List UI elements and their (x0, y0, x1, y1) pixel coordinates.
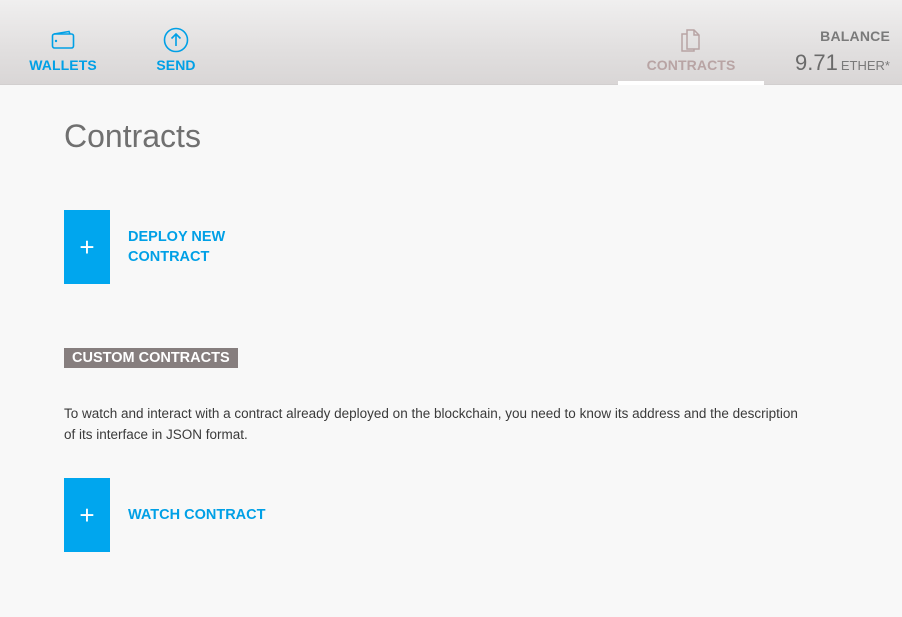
balance-display: BALANCE 9.71 ETHER* (795, 28, 890, 76)
plus-icon: + (64, 210, 110, 284)
balance-value: 9.71 (795, 50, 838, 75)
custom-contracts-description: To watch and interact with a contract al… (64, 406, 798, 442)
nav-send-label: SEND (156, 57, 196, 73)
nav-contracts[interactable]: CONTRACTS (618, 0, 764, 85)
balance-unit: ETHER* (840, 58, 890, 73)
document-icon (678, 27, 704, 53)
deploy-new-contract-button[interactable]: + DEPLOY NEW CONTRACT (64, 210, 238, 284)
active-tab-indicator (618, 81, 764, 85)
nav-wallets[interactable]: WALLETS (29, 0, 97, 84)
page-title: Contracts (64, 118, 201, 154)
deploy-new-contract-label: DEPLOY NEW CONTRACT (128, 229, 226, 265)
watch-contract-label: WATCH CONTRACT (128, 507, 266, 523)
watch-contract-button[interactable]: + WATCH CONTRACT (64, 478, 265, 552)
wallet-icon (51, 27, 75, 53)
nav-send[interactable]: SEND (150, 0, 202, 84)
nav-wallets-label: WALLETS (29, 57, 97, 73)
arrow-up-circle-icon (163, 27, 189, 53)
plus-icon: + (64, 478, 110, 552)
custom-contracts-heading: CUSTOM CONTRACTS (64, 348, 238, 368)
top-navigation-bar: WALLETS SEND CONTRACTS BALANCE 9.71 ETHER… (0, 0, 902, 85)
nav-contracts-label: CONTRACTS (646, 57, 736, 73)
balance-label: BALANCE (820, 28, 890, 44)
